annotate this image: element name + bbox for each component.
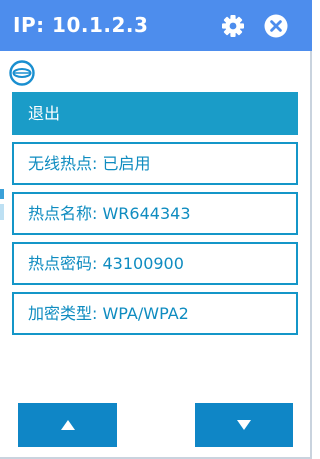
arrow-down-icon (237, 420, 251, 430)
arrow-up-icon (60, 420, 75, 430)
hotspot-status-item[interactable]: 无线热点: 已启用 (12, 142, 298, 185)
app-window: IP: 10.1.2.3 退出 无线热点: 已启用 热点名称: WR644343… (0, 0, 312, 459)
scroll-down-button[interactable] (195, 403, 293, 447)
hotspot-password-item[interactable]: 热点密码: 43100900 (12, 242, 298, 285)
hotspot-name-item[interactable]: 热点名称: WR644343 (12, 192, 298, 235)
title-bar[interactable]: IP: 10.1.2.3 (0, 0, 312, 51)
encryption-type-item[interactable]: 加密类型: WPA/WPA2 (12, 292, 298, 335)
app-logo-icon (9, 60, 35, 86)
gear-icon (222, 15, 244, 37)
settings-button[interactable] (221, 14, 245, 38)
scroll-up-button[interactable] (18, 403, 117, 447)
close-button[interactable] (264, 14, 288, 38)
exit-button[interactable]: 退出 (12, 92, 298, 135)
window-title: IP: 10.1.2.3 (13, 13, 149, 37)
edge-decoration (0, 189, 4, 199)
edge-decoration (0, 204, 4, 220)
close-icon (264, 14, 288, 38)
